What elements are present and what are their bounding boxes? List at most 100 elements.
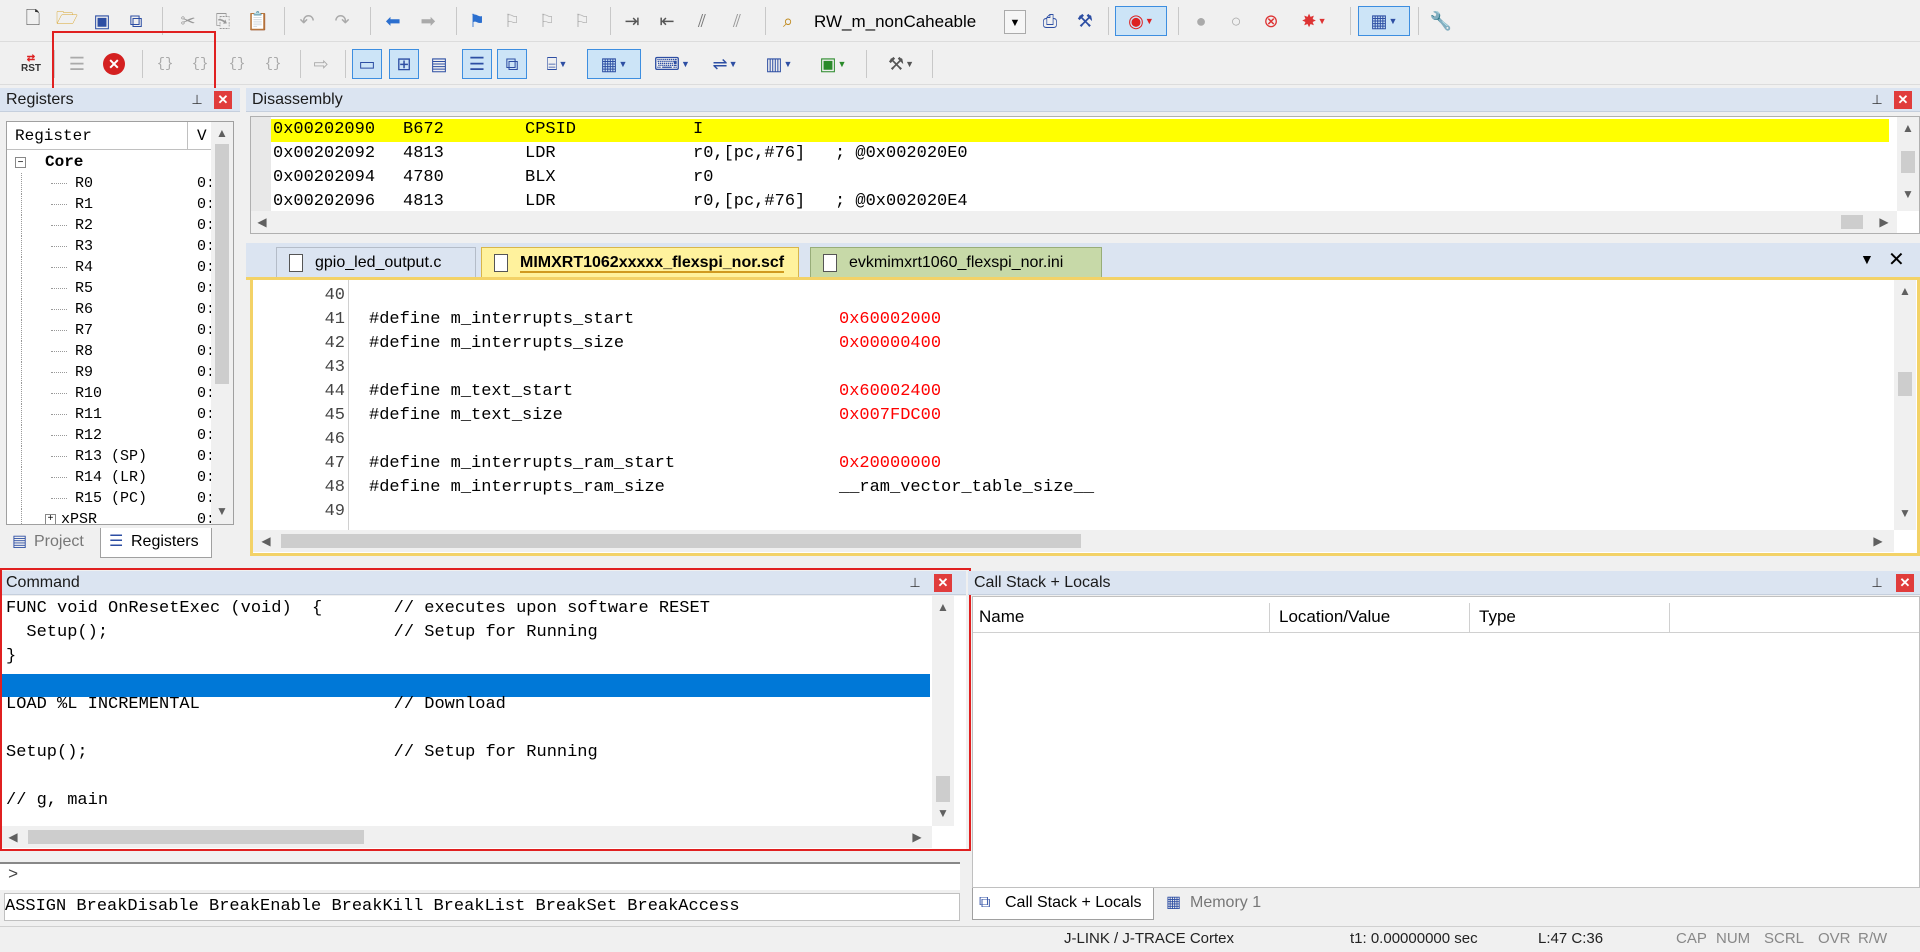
editor-vscroll[interactable]: ▲ ▼	[1894, 280, 1916, 530]
system-viewer-icon[interactable]: ▣ ▼	[811, 49, 855, 79]
debug-session-icon[interactable]: ◉ ▼	[1115, 6, 1167, 36]
analysis-window-icon[interactable]: ⇌ ▼	[703, 49, 747, 79]
registers-window-icon[interactable]: ☰	[462, 49, 492, 79]
register-row[interactable]: R2 0:	[7, 215, 215, 236]
find-in-files-icon[interactable]: ⌕	[773, 6, 803, 36]
register-name: R6	[75, 301, 94, 318]
undo-icon[interactable]: ↶	[292, 6, 322, 36]
code-text: #define m_interrupts_size	[369, 334, 625, 353]
pin-icon[interactable]: ⊥	[188, 91, 206, 109]
nav-forward-icon[interactable]: ➡	[413, 6, 443, 36]
register-row[interactable]: R9 0:	[7, 362, 215, 383]
register-row[interactable]: R4 0:	[7, 257, 215, 278]
register-row[interactable]: R10 0:	[7, 383, 215, 404]
tree-line	[51, 204, 67, 205]
breakpoint-insert-icon[interactable]: ●	[1186, 6, 1216, 36]
tree-line	[51, 309, 67, 310]
next-bookmark-icon[interactable]: ⚐	[532, 6, 562, 36]
register-row[interactable]: R6 0:	[7, 299, 215, 320]
register-row[interactable]: R13 (SP) 0:	[7, 446, 215, 467]
chevron-down-icon[interactable]: ▼	[1004, 10, 1026, 34]
tree-line	[51, 477, 67, 478]
translate-icon[interactable]: ⎙	[1035, 6, 1065, 36]
breakpoint-kill-all-icon[interactable]: ✸ ▼	[1291, 6, 1337, 36]
register-row[interactable]: R5 0:	[7, 278, 215, 299]
tree-line	[51, 330, 67, 331]
tab-list-dropdown-icon[interactable]: ▼	[1860, 251, 1874, 267]
redo-icon[interactable]: ↷	[327, 6, 357, 36]
col-value[interactable]: V	[197, 127, 207, 145]
register-row[interactable]: R0 0:	[7, 173, 215, 194]
comment-icon[interactable]: ⫽	[687, 6, 717, 36]
target-select[interactable]: RW_m_nonCaheable ▼	[806, 8, 1028, 36]
command-window-icon[interactable]: ▭	[352, 49, 382, 79]
col-location-value[interactable]: Location/Value	[1279, 607, 1390, 627]
register-row[interactable]: R3 0:	[7, 236, 215, 257]
close-icon[interactable]: ✕	[1896, 574, 1914, 592]
tree-core[interactable]: − Core	[7, 152, 211, 173]
reset-button[interactable]: ⇄ RST	[16, 49, 46, 79]
toolbox-icon[interactable]: ⚒ ▼	[876, 49, 926, 79]
register-row[interactable]: R15 (PC) 0:	[7, 488, 215, 509]
code-value: __ram_vector_table_size__	[839, 478, 1095, 497]
registers-vscroll[interactable]: ▲ ▼	[211, 122, 233, 524]
collapse-icon[interactable]: −	[15, 157, 26, 168]
tab-gpio-led-output[interactable]: gpio_led_output.c	[276, 247, 476, 277]
tab-registers[interactable]: ☰ Registers	[100, 528, 212, 558]
bookmark-icon[interactable]: ⚑	[462, 6, 492, 36]
tab-memory-1[interactable]: ▦ Memory 1	[1160, 888, 1284, 920]
step-out-icon[interactable]: {}	[222, 49, 252, 79]
disassembly-window-icon[interactable]: ⊞	[389, 49, 419, 79]
col-type[interactable]: Type	[1479, 607, 1516, 627]
window-layout-icon[interactable]: ▦ ▼	[1358, 6, 1410, 36]
memory-window-icon[interactable]: ▦ ▼	[587, 49, 641, 79]
register-row[interactable]: R1 0:	[7, 194, 215, 215]
breakpoint-enable-icon[interactable]: ○	[1221, 6, 1251, 36]
disassembly-hscroll[interactable]: ◀ ▶	[251, 211, 1897, 233]
prev-bookmark-icon[interactable]: ⚐	[497, 6, 527, 36]
unindent-icon[interactable]: ⇤	[652, 6, 682, 36]
watch-window-icon[interactable]: ⌸ ▼	[535, 49, 579, 79]
run-to-cursor-icon[interactable]: {}	[258, 49, 288, 79]
show-next-statement-icon[interactable]: ⇨	[306, 49, 336, 79]
callstack-icon: ⧉	[979, 894, 991, 911]
expand-icon[interactable]: +	[45, 514, 56, 524]
close-icon[interactable]: ✕	[1888, 247, 1905, 272]
register-row[interactable]: R8 0:	[7, 341, 215, 362]
status-scrl: SCRL	[1764, 930, 1805, 947]
new-file-icon[interactable]: 🗋	[18, 6, 48, 36]
tab-callstack-locals[interactable]: ⧉ Call Stack + Locals	[972, 888, 1154, 920]
pin-icon[interactable]: ⊥	[1868, 574, 1886, 592]
build-icon[interactable]: ⚒	[1070, 6, 1100, 36]
trace-window-icon[interactable]: ▥ ▼	[757, 49, 801, 79]
close-icon[interactable]: ✕	[214, 91, 232, 109]
uncomment-icon[interactable]: ⫽	[722, 6, 752, 36]
clear-bookmarks-icon[interactable]: ⚐	[567, 6, 597, 36]
line-number: 48	[324, 478, 345, 497]
editor-hscroll[interactable]: ◀ ▶	[253, 530, 1894, 552]
paste-icon[interactable]: 📋	[243, 6, 273, 36]
indent-icon[interactable]: ⇥	[617, 6, 647, 36]
register-row[interactable]: R7 0:	[7, 320, 215, 341]
disassembly-vscroll[interactable]: ▲ ▼	[1897, 117, 1919, 211]
register-row[interactable]: R11 0:	[7, 404, 215, 425]
col-register[interactable]: Register	[15, 127, 92, 145]
tab-project[interactable]: ▤ Project	[4, 528, 96, 556]
register-row[interactable]: R14 (LR) 0:	[7, 467, 215, 488]
command-input[interactable]: >	[0, 862, 960, 890]
close-icon[interactable]: ✕	[1894, 91, 1912, 109]
tab-flexspi-nor-ini[interactable]: evkmimxrt1060_flexspi_nor.ini	[810, 247, 1102, 277]
tree-line	[21, 383, 22, 404]
nav-back-icon[interactable]: ⬅	[378, 6, 408, 36]
register-name: R12	[75, 427, 103, 444]
symbols-window-icon[interactable]: ▤	[424, 49, 454, 79]
callstack-window-icon[interactable]: ⧉	[497, 49, 527, 79]
register-row[interactable]: R12 0:	[7, 425, 215, 446]
breakpoint-disable-all-icon[interactable]: ⊗	[1256, 6, 1286, 36]
register-row[interactable]: + xPSR 0:	[7, 509, 215, 524]
serial-window-icon[interactable]: ⌨ ▼	[650, 49, 694, 79]
col-name[interactable]: Name	[979, 607, 1024, 627]
tab-flexspi-nor-scf[interactable]: MIMXRT1062xxxxx_flexspi_nor.scf	[481, 247, 799, 277]
pin-icon[interactable]: ⊥	[1868, 91, 1886, 109]
wrench-icon[interactable]: 🔧	[1426, 6, 1456, 36]
